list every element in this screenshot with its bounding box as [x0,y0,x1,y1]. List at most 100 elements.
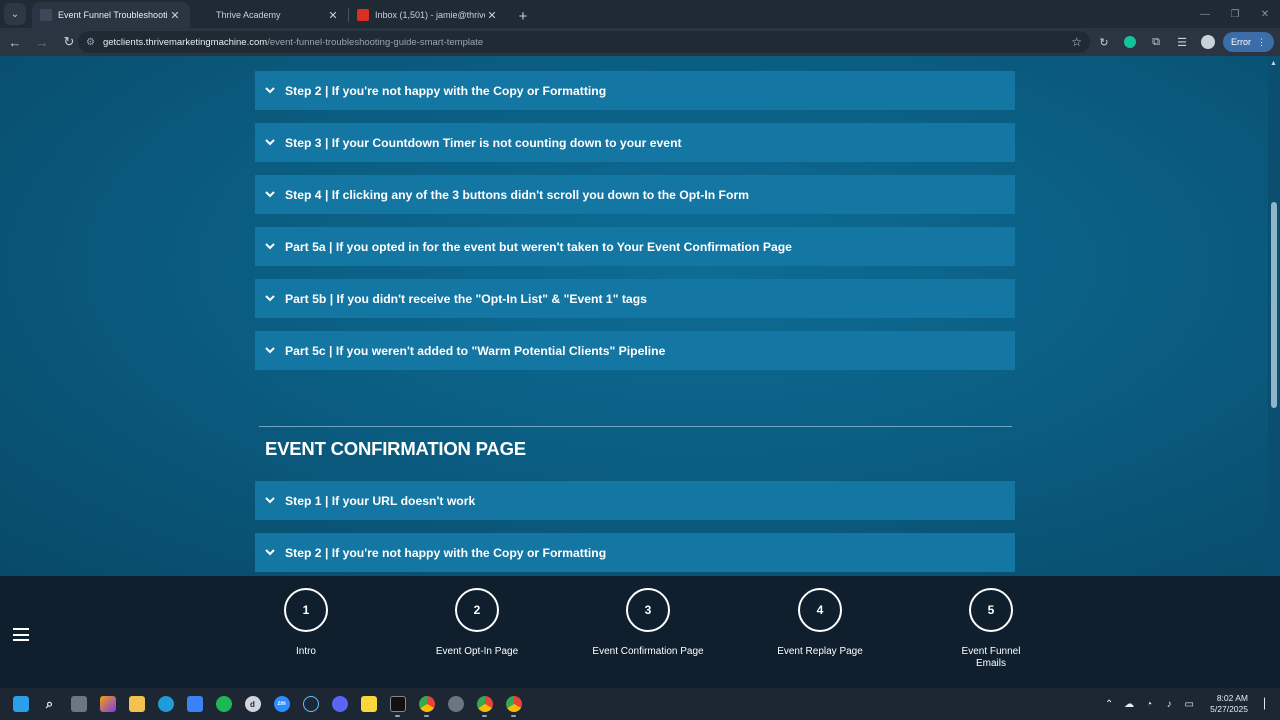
nav-step-intro[interactable]: 1 Intro [241,588,371,658]
tab-gmail-inbox[interactable]: Inbox (1,501) - jamie@thrive-a ✕ [349,2,507,28]
browser-tab-strip: ⌄ Event Funnel Troubleshooting G ✕ Thriv… [0,0,1280,28]
sticky-notes-icon[interactable] [354,690,383,718]
zoom-icon[interactable]: zm [267,690,296,718]
close-tab-icon[interactable]: ✕ [168,9,182,22]
step-label[interactable]: Event Opt-In Page [432,646,522,658]
edge-icon[interactable] [151,690,180,718]
page-favicon-icon [198,9,210,21]
step-number[interactable]: 1 [284,588,328,632]
system-tray: ⌃ ☁ ◔ ♪ ▭ 8:02 AM 5/27/2025 ▏ [1102,688,1272,720]
url-path: /event-funnel-troubleshooting-guide-smar… [267,36,484,48]
battery-icon[interactable]: ▭ [1182,699,1196,710]
chevron-down-icon [265,87,285,94]
copilot-icon[interactable] [93,690,122,718]
toolbar-right: ↻ ⧉ ☰ Error ⋮ [1093,31,1274,53]
section-divider [259,426,1012,427]
minimize-icon[interactable]: — [1190,0,1220,28]
step-number[interactable]: 5 [969,588,1013,632]
scrollbar-thumb[interactable] [1271,202,1277,408]
error-label: Error [1231,37,1251,47]
chevron-down-icon [265,497,285,504]
new-tab-button[interactable]: + [511,4,535,28]
close-window-icon[interactable]: ✕ [1250,0,1280,28]
settings-icon[interactable] [441,690,470,718]
accordion-item[interactable]: Part 5b | If you didn't receive the "Opt… [255,279,1015,318]
grammarly-icon[interactable] [1119,31,1141,53]
search-icon[interactable]: ⌕ [35,690,64,718]
app-terminal-icon[interactable] [383,690,412,718]
nav-step-confirmation[interactable]: 3 Event Confirmation Page [583,588,713,658]
volume-icon[interactable]: ♪ [1162,699,1176,710]
window-controls: — ❐ ✕ [1190,0,1280,28]
running-indicator [482,715,487,717]
os-taskbar: ⌕ d zm ⌃ ☁ ◔ ♪ ▭ 8:02 AM 5/27/2025 ▏ [0,688,1280,720]
tab-title: Thrive Academy [216,10,281,20]
store-icon[interactable] [180,690,209,718]
step-navigation-bar: 1 Intro 2 Event Opt-In Page 3 Event Conf… [0,576,1280,688]
running-indicator [395,715,400,717]
chevron-down-icon [265,191,285,198]
profile-avatar-icon[interactable] [1197,31,1219,53]
bookmark-star-icon[interactable]: ☆ [1071,35,1082,49]
profile-error-button[interactable]: Error ⋮ [1223,32,1274,52]
app-d-icon[interactable]: d [238,690,267,718]
more-menu-icon: ⋮ [1257,36,1266,47]
chevron-down-icon [265,347,285,354]
nav-step-replay[interactable]: 4 Event Replay Page [755,588,885,658]
step-number[interactable]: 2 [455,588,499,632]
notifications-icon[interactable]: ▏ [1264,699,1272,710]
accordion-label: Step 3 | If your Countdown Timer is not … [285,135,682,150]
page-viewport: Step 2 | If you're not happy with the Co… [0,56,1280,576]
reading-list-icon[interactable]: ☰ [1171,31,1193,53]
gmail-icon [357,9,369,21]
clock[interactable]: 8:02 AM 5/27/2025 [1210,693,1248,715]
tab-search-icon[interactable]: ⌄ [4,3,26,25]
step-label[interactable]: Event Confirmation Page [588,646,708,658]
step-number[interactable]: 4 [798,588,842,632]
chrome-profile-2-icon[interactable] [499,690,528,718]
accordion-item[interactable]: Step 3 | If your Countdown Timer is not … [255,123,1015,162]
forward-icon[interactable]: → [30,30,54,54]
hamburger-menu-icon[interactable] [13,628,29,641]
discord-icon[interactable] [325,690,354,718]
site-info-icon[interactable]: ⚙ [86,37,95,48]
accordion-item[interactable]: Step 2 | If you're not happy with the Co… [255,71,1015,110]
extension-refresh-icon[interactable]: ↻ [1093,31,1115,53]
step-number[interactable]: 3 [626,588,670,632]
tab-thrive-academy[interactable]: Thrive Academy ✕ [190,2,348,28]
accordion-item[interactable]: Step 1 | If your URL doesn't work [255,481,1015,520]
chevron-down-icon [265,295,285,302]
spotify-icon[interactable] [209,690,238,718]
accordion-item[interactable]: Part 5c | If you weren't added to "Warm … [255,331,1015,370]
close-tab-icon[interactable]: ✕ [485,9,499,22]
cloud-icon[interactable]: ☁ [1122,699,1136,710]
wifi-icon[interactable]: ◔ [1142,699,1156,710]
extensions-puzzle-icon[interactable]: ⧉ [1145,31,1167,53]
url-host: getclients.thrivemarketingmachine.com [102,36,268,48]
chevron-down-icon [265,549,285,556]
restore-icon[interactable]: ❐ [1220,0,1250,28]
close-tab-icon[interactable]: ✕ [326,9,340,22]
nav-step-opt-in[interactable]: 2 Event Opt-In Page [412,588,542,658]
chrome-profile-icon[interactable] [470,690,499,718]
chevron-up-icon[interactable]: ⌃ [1102,699,1116,710]
page-scrollbar[interactable]: ▲ [1268,56,1280,576]
accordion-item[interactable]: Step 4 | If clicking any of the 3 button… [255,175,1015,214]
task-view-icon[interactable] [64,690,93,718]
chrome-icon[interactable] [412,690,441,718]
step-label[interactable]: Event Funnel Emails [961,646,1021,670]
accordion-item[interactable]: Part 5a | If you opted in for the event … [255,227,1015,266]
section-title: EVENT CONFIRMATION PAGE [265,438,526,459]
address-bar[interactable]: ⚙ getclients.thrivemarketingmachine.com /… [78,31,1090,53]
step-label[interactable]: Event Replay Page [775,646,865,658]
file-explorer-icon[interactable] [122,690,151,718]
steam-icon[interactable] [296,690,325,718]
scroll-up-icon[interactable]: ▲ [1270,60,1277,67]
accordion-label: Part 5c | If you weren't added to "Warm … [285,343,666,358]
windows-start-icon[interactable] [6,690,35,718]
step-label[interactable]: Intro [261,646,351,658]
accordion-item[interactable]: Step 2 | If you're not happy with the Co… [255,533,1015,572]
nav-step-emails[interactable]: 5 Event Funnel Emails [926,588,1056,670]
tab-event-funnel[interactable]: Event Funnel Troubleshooting G ✕ [32,2,190,28]
back-icon[interactable]: ← [3,30,27,54]
